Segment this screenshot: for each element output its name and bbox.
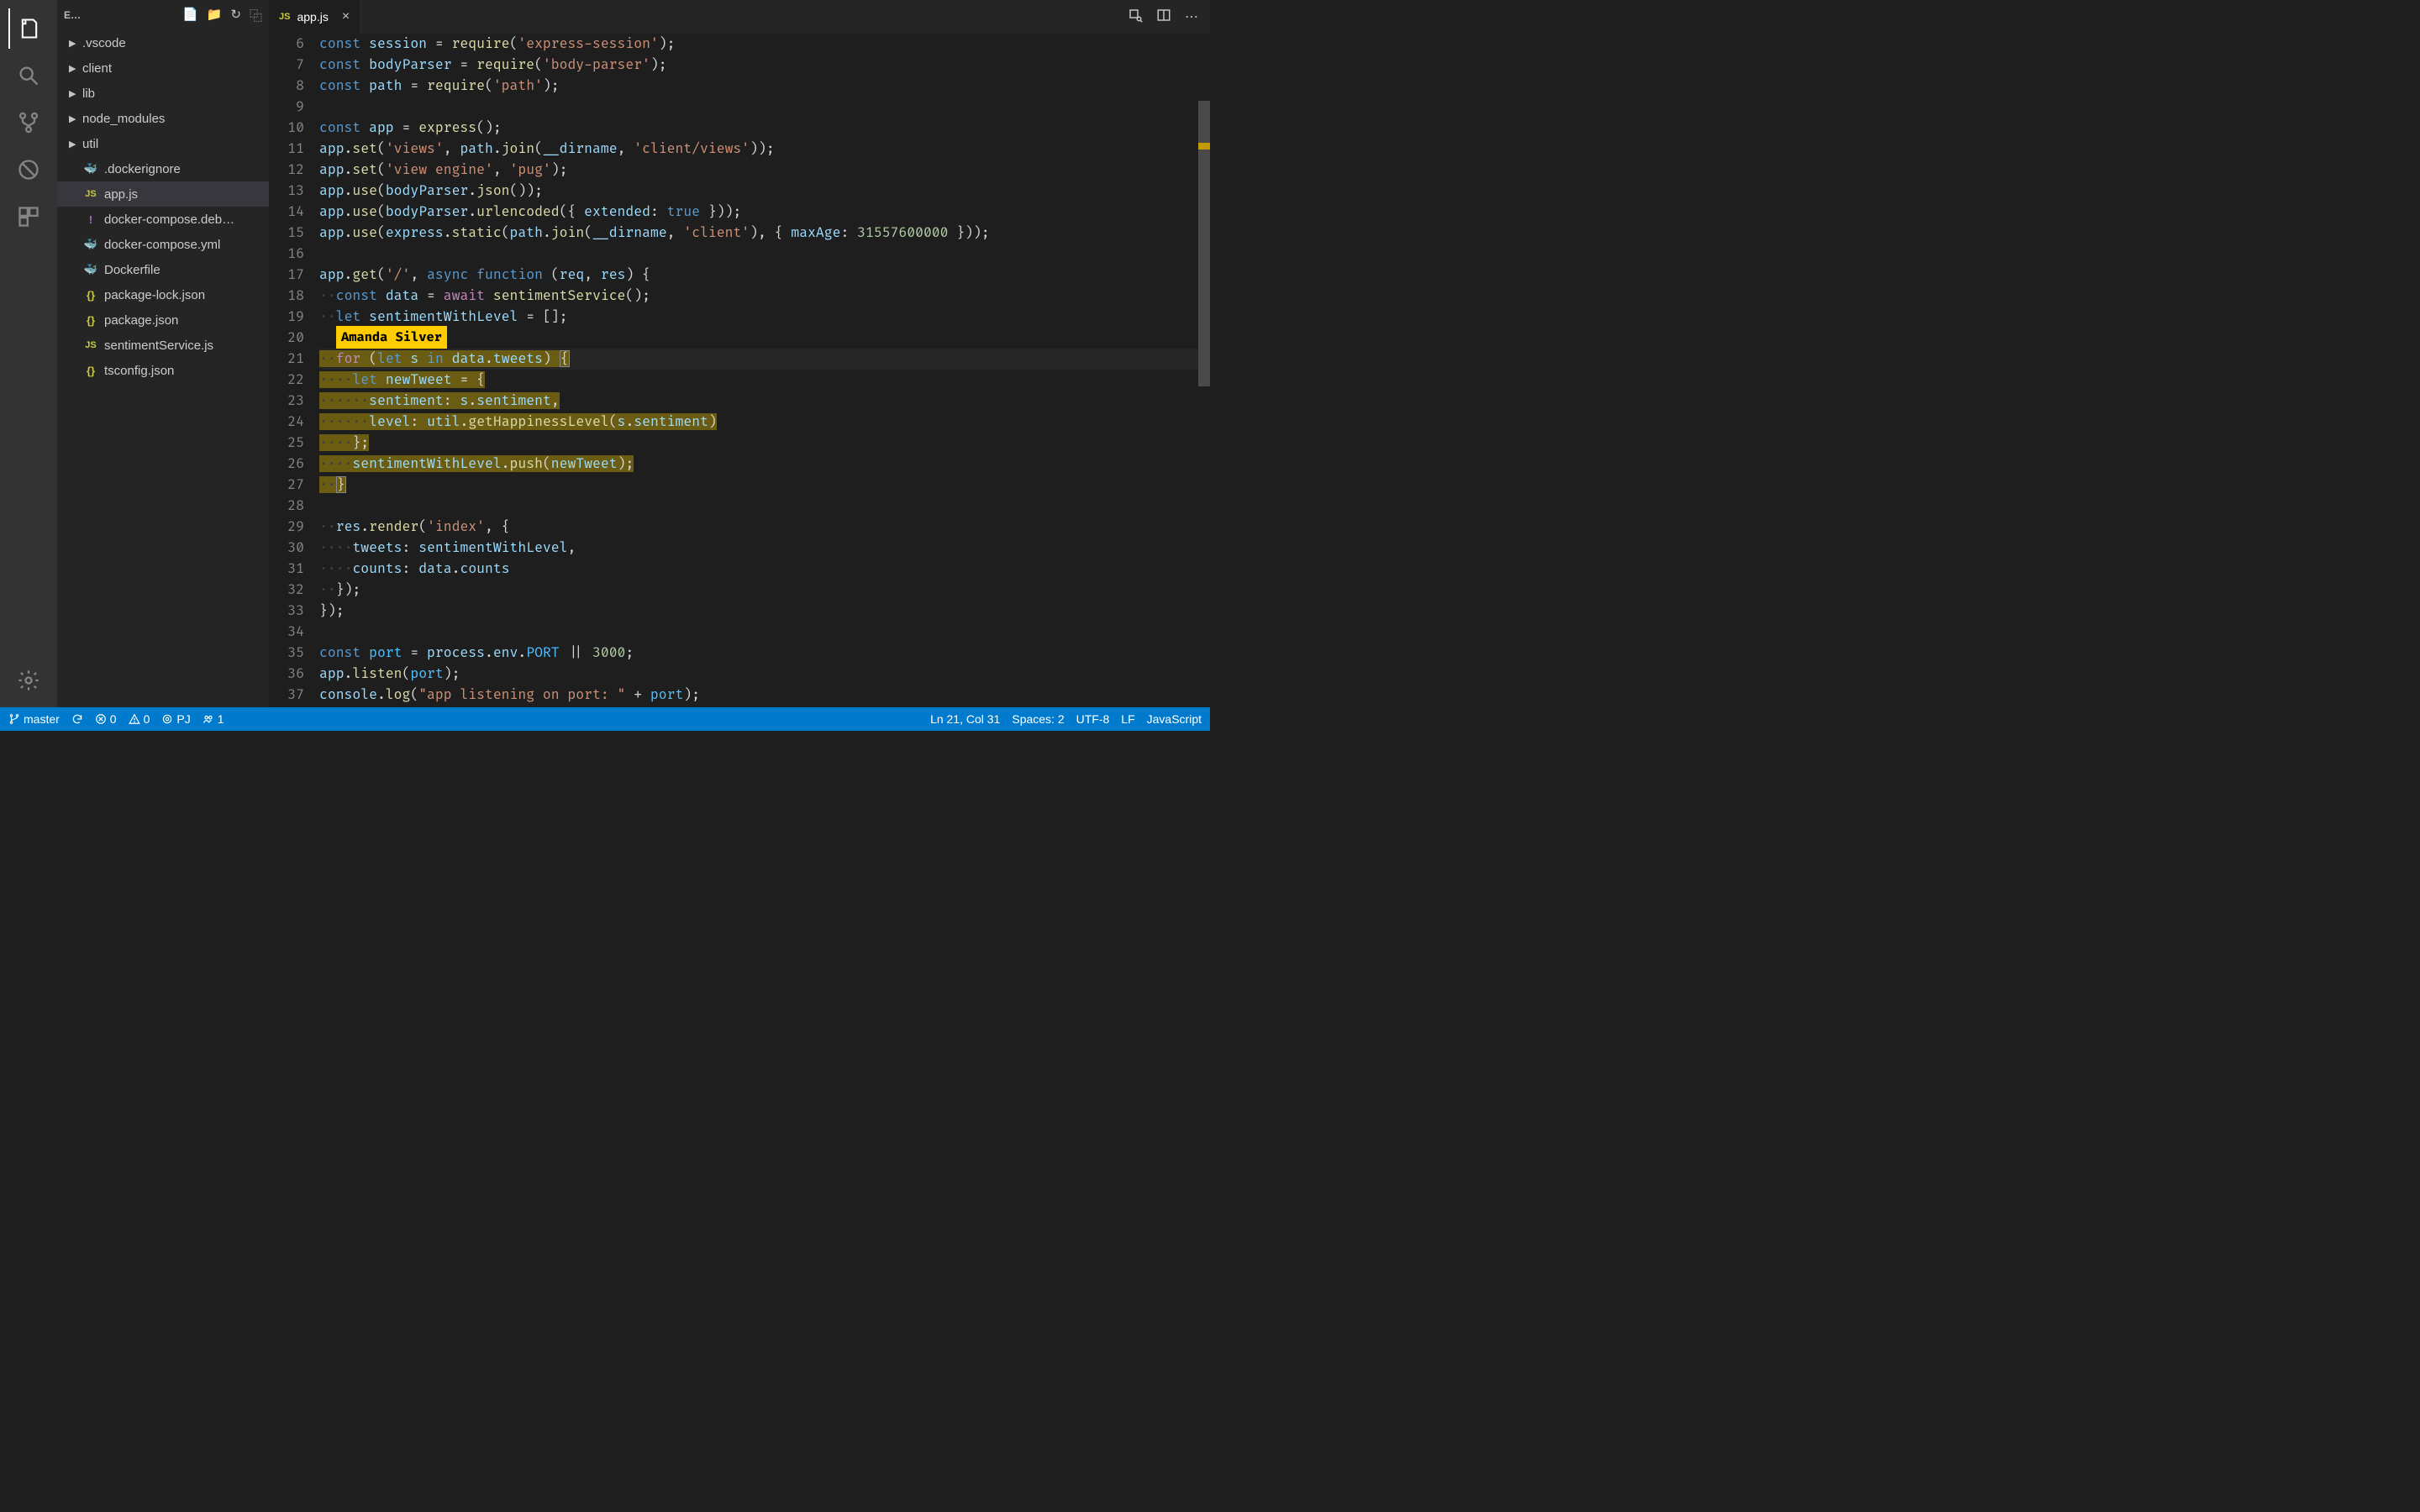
- js-file-icon: JS: [279, 12, 290, 22]
- line-gutter: 6789101112131415161718192021222324252627…: [269, 34, 319, 707]
- chevron-right-icon: ▶: [69, 88, 81, 99]
- file-docker-compose.deb…[interactable]: !docker-compose.deb…: [57, 207, 269, 232]
- file-package-lock.json[interactable]: {}package-lock.json: [57, 282, 269, 307]
- file-Dockerfile[interactable]: 🐳Dockerfile: [57, 257, 269, 282]
- sync-icon[interactable]: [71, 713, 83, 725]
- folder-node_modules[interactable]: ▶node_modules: [57, 106, 269, 131]
- git-branch[interactable]: master: [8, 712, 60, 726]
- scrollbar[interactable]: [1198, 34, 1210, 707]
- file-package.json[interactable]: {}package.json: [57, 307, 269, 333]
- folder-client[interactable]: ▶client: [57, 55, 269, 81]
- docker-icon: 🐳: [82, 263, 99, 276]
- new-folder-icon[interactable]: 📁: [207, 7, 223, 24]
- chevron-right-icon: ▶: [69, 113, 81, 124]
- explorer-icon[interactable]: [8, 8, 49, 49]
- encoding-setting[interactable]: UTF-8: [1076, 712, 1110, 726]
- yaml-file-icon: !: [82, 213, 99, 226]
- participants-count[interactable]: 1: [203, 712, 224, 726]
- new-file-icon[interactable]: 📄: [182, 7, 198, 24]
- file-tsconfig.json[interactable]: {}tsconfig.json: [57, 358, 269, 383]
- tab-bar: JS app.js × ⋯: [269, 0, 1210, 34]
- file-docker-compose.yml[interactable]: 🐳docker-compose.yml: [57, 232, 269, 257]
- search-icon[interactable]: [8, 55, 49, 96]
- js-file-icon: JS: [82, 189, 99, 199]
- status-bar: master 0 0 PJ 1 Ln 21, Col 31 Spaces: 2 …: [0, 707, 1210, 731]
- find-in-file-icon[interactable]: [1128, 8, 1143, 27]
- docker-icon: 🐳: [82, 162, 99, 176]
- chevron-right-icon: ▶: [69, 139, 81, 150]
- errors-count[interactable]: 0: [95, 712, 117, 726]
- file-.dockerignore[interactable]: 🐳.dockerignore: [57, 156, 269, 181]
- source-control-icon[interactable]: [8, 102, 49, 143]
- file-app.js[interactable]: JSapp.js: [57, 181, 269, 207]
- sidebar-header: E… 📄 📁 ↻ ⿻: [57, 0, 269, 30]
- code-content[interactable]: const session = require('express-session…: [319, 34, 1210, 707]
- scroll-marker: [1198, 143, 1210, 150]
- chevron-right-icon: ▶: [69, 63, 81, 74]
- blame-annotation: Amanda Silver: [336, 326, 447, 349]
- json-file-icon: {}: [82, 365, 99, 377]
- tab-app-js[interactable]: JS app.js ×: [269, 0, 360, 34]
- editor-body[interactable]: 6789101112131415161718192021222324252627…: [269, 34, 1210, 707]
- js-file-icon: JS: [82, 340, 99, 350]
- liveshare-status[interactable]: PJ: [161, 712, 190, 726]
- close-icon[interactable]: ×: [342, 9, 350, 24]
- collapse-all-icon[interactable]: ⿻: [250, 7, 262, 24]
- docker-icon: 🐳: [82, 238, 99, 251]
- file-tree: ▶.vscode▶client▶lib▶node_modules▶util🐳.d…: [57, 30, 269, 707]
- activity-bar: [0, 0, 57, 707]
- json-file-icon: {}: [82, 314, 99, 327]
- refresh-icon[interactable]: ↻: [230, 7, 241, 24]
- folder-.vscode[interactable]: ▶.vscode: [57, 30, 269, 55]
- extensions-icon[interactable]: [8, 197, 49, 237]
- debug-icon[interactable]: [8, 150, 49, 190]
- warnings-count[interactable]: 0: [129, 712, 150, 726]
- indent-setting[interactable]: Spaces: 2: [1012, 712, 1064, 726]
- file-sentimentService.js[interactable]: JSsentimentService.js: [57, 333, 269, 358]
- sidebar-title: E…: [64, 9, 182, 21]
- editor-area: JS app.js × ⋯ 67891011121314151617181920…: [269, 0, 1210, 707]
- language-mode[interactable]: JavaScript: [1147, 712, 1202, 726]
- cursor-position[interactable]: Ln 21, Col 31: [930, 712, 1000, 726]
- json-file-icon: {}: [82, 289, 99, 302]
- more-actions-icon[interactable]: ⋯: [1185, 8, 1198, 25]
- settings-gear-icon[interactable]: [8, 660, 49, 701]
- eol-setting[interactable]: LF: [1121, 712, 1134, 726]
- chevron-right-icon: ▶: [69, 38, 81, 49]
- folder-lib[interactable]: ▶lib: [57, 81, 269, 106]
- explorer-sidebar: E… 📄 📁 ↻ ⿻ ▶.vscode▶client▶lib▶node_modu…: [57, 0, 269, 707]
- split-editor-icon[interactable]: [1156, 8, 1171, 27]
- tab-label: app.js: [297, 10, 328, 24]
- folder-util[interactable]: ▶util: [57, 131, 269, 156]
